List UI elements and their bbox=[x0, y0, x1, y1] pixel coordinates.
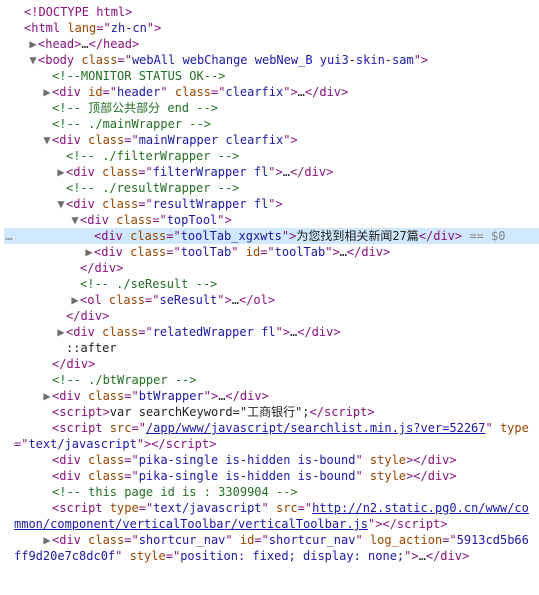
expand-toggle-closed-icon[interactable]: ▶ bbox=[84, 244, 94, 260]
dom-node-content[interactable]: <!-- ./mainWrapper --> bbox=[14, 116, 539, 132]
dom-node[interactable]: <!-- this page id is : 3309904 --> bbox=[4, 484, 539, 500]
dom-node-content[interactable]: ▼<div class="mainWrapper clearfix"> bbox=[14, 132, 539, 148]
expand-toggle-closed-icon[interactable]: ▶ bbox=[70, 292, 80, 308]
dom-node-content[interactable]: <script src="/app/www/javascript/searchl… bbox=[14, 420, 539, 452]
dom-node[interactable]: <!DOCTYPE html> bbox=[4, 4, 539, 20]
dom-node[interactable]: ▶<div class="shortcur_nav" id="shortcur_… bbox=[4, 532, 539, 564]
expand-toggle-closed-icon[interactable]: ▶ bbox=[42, 532, 52, 548]
dom-node[interactable]: <script type="text/javascript" src="http… bbox=[4, 500, 539, 532]
dom-tree[interactable]: <!DOCTYPE html> <html lang="zh-cn">▶<hea… bbox=[4, 4, 539, 564]
dom-node-content[interactable]: </div> bbox=[14, 260, 539, 276]
dom-node-selected[interactable]: … <div class="toolTab_xgxwts">为您找到相关新闻27… bbox=[4, 228, 539, 244]
dom-node-content[interactable]: ▶<div class="shortcur_nav" id="shortcur_… bbox=[14, 532, 539, 564]
dom-node[interactable]: ▼<body class="webAll webChange webNew_B … bbox=[4, 52, 539, 68]
expand-toggle-closed-icon[interactable]: ▶ bbox=[56, 164, 66, 180]
dom-node-content[interactable]: ▼<div class="resultWrapper fl"> bbox=[14, 196, 539, 212]
dom-node-content[interactable]: <!-- ./filterWrapper --> bbox=[14, 148, 539, 164]
dom-node[interactable]: ::after bbox=[4, 340, 539, 356]
dom-node[interactable]: <html lang="zh-cn"> bbox=[4, 20, 539, 36]
dom-node-content[interactable]: ▶<div class="relatedWrapper fl">…</div> bbox=[14, 324, 539, 340]
dom-node[interactable]: </div> bbox=[4, 308, 539, 324]
expand-toggle-open-icon[interactable]: ▼ bbox=[56, 196, 66, 212]
dom-node-content[interactable]: </div> bbox=[14, 308, 539, 324]
dom-node[interactable]: ▶<div class="toolTab" id="toolTab">…</di… bbox=[4, 244, 539, 260]
dom-node-content[interactable]: ▶<div class="toolTab" id="toolTab">…</di… bbox=[14, 244, 539, 260]
gutter-marker: … bbox=[4, 228, 14, 244]
expand-toggle-closed-icon[interactable]: ▶ bbox=[56, 324, 66, 340]
dom-node[interactable]: <!-- ./mainWrapper --> bbox=[4, 116, 539, 132]
dom-node-content[interactable]: ▶<div class="btWrapper">…</div> bbox=[14, 388, 539, 404]
dom-node[interactable]: ▶<div class="filterWrapper fl">…</div> bbox=[4, 164, 539, 180]
dom-node-content[interactable]: <script type="text/javascript" src="http… bbox=[14, 500, 539, 532]
dom-node-content[interactable]: ::after bbox=[14, 340, 539, 356]
source-link[interactable]: /app/www/javascript/searchlist.min.js?ve… bbox=[146, 421, 486, 435]
dom-node-content[interactable]: <div class="toolTab_xgxwts">为您找到相关新闻27篇<… bbox=[14, 228, 539, 244]
dom-node-content[interactable]: <!DOCTYPE html> bbox=[14, 4, 539, 20]
dom-node-content[interactable]: <div class="pika-single is-hidden is-bou… bbox=[14, 468, 539, 484]
dom-node-content[interactable]: <!--MONITOR STATUS OK--> bbox=[14, 68, 539, 84]
dom-node-content[interactable]: ▶<ol class="seResult">…</ol> bbox=[14, 292, 539, 308]
dom-node[interactable]: <!-- 顶部公共部分 end --> bbox=[4, 100, 539, 116]
dom-node-content[interactable]: ▶<div class="filterWrapper fl">…</div> bbox=[14, 164, 539, 180]
dom-node[interactable]: <script>var searchKeyword="工商银行";</scrip… bbox=[4, 404, 539, 420]
dom-node[interactable]: ▶<div class="relatedWrapper fl">…</div> bbox=[4, 324, 539, 340]
dom-node[interactable]: ▶<div id="header" class="clearfix">…</di… bbox=[4, 84, 539, 100]
dom-node-content[interactable]: <html lang="zh-cn"> bbox=[14, 20, 539, 36]
dom-node[interactable]: <!-- ./filterWrapper --> bbox=[4, 148, 539, 164]
dom-node[interactable]: <!-- ./resultWrapper --> bbox=[4, 180, 539, 196]
expand-toggle-closed-icon[interactable]: ▶ bbox=[42, 84, 52, 100]
expand-toggle-closed-icon[interactable]: ▶ bbox=[28, 36, 38, 52]
dom-node[interactable]: ▼<div class="mainWrapper clearfix"> bbox=[4, 132, 539, 148]
dom-node-content[interactable]: </div> bbox=[14, 356, 539, 372]
dom-node[interactable]: ▶<div class="btWrapper">…</div> bbox=[4, 388, 539, 404]
dom-node-content[interactable]: ▼<div class="topTool"> bbox=[14, 212, 539, 228]
dom-node-content[interactable]: <div class="pika-single is-hidden is-bou… bbox=[14, 452, 539, 468]
dom-node[interactable]: ▼<div class="topTool"> bbox=[4, 212, 539, 228]
dom-node[interactable]: </div> bbox=[4, 260, 539, 276]
dom-node-content[interactable]: <!-- ./btWrapper --> bbox=[14, 372, 539, 388]
expand-toggle-open-icon[interactable]: ▼ bbox=[28, 52, 38, 68]
dom-node-content[interactable]: ▶<head>…</head> bbox=[14, 36, 539, 52]
dom-node-content[interactable]: <!-- 顶部公共部分 end --> bbox=[14, 100, 539, 116]
dom-node[interactable]: </div> bbox=[4, 356, 539, 372]
dom-node-content[interactable]: <script>var searchKeyword="工商银行";</scrip… bbox=[14, 404, 539, 420]
dom-node[interactable]: ▼<div class="resultWrapper fl"> bbox=[4, 196, 539, 212]
dom-node[interactable]: <script src="/app/www/javascript/searchl… bbox=[4, 420, 539, 452]
dom-node[interactable]: ▶<ol class="seResult">…</ol> bbox=[4, 292, 539, 308]
expand-toggle-open-icon[interactable]: ▼ bbox=[70, 212, 80, 228]
expand-toggle-open-icon[interactable]: ▼ bbox=[42, 132, 52, 148]
dom-node-content[interactable]: ▼<body class="webAll webChange webNew_B … bbox=[14, 52, 539, 68]
dom-node[interactable]: <div class="pika-single is-hidden is-bou… bbox=[4, 468, 539, 484]
dom-node-content[interactable]: <!-- ./resultWrapper --> bbox=[14, 180, 539, 196]
expand-toggle-closed-icon[interactable]: ▶ bbox=[42, 388, 52, 404]
dom-node[interactable]: <div class="pika-single is-hidden is-bou… bbox=[4, 452, 539, 468]
dom-node-content[interactable]: ▶<div id="header" class="clearfix">…</di… bbox=[14, 84, 539, 100]
dom-node[interactable]: <!--MONITOR STATUS OK--> bbox=[4, 68, 539, 84]
dom-node[interactable]: <!-- ./seResult --> bbox=[4, 276, 539, 292]
dom-node[interactable]: <!-- ./btWrapper --> bbox=[4, 372, 539, 388]
dom-node[interactable]: ▶<head>…</head> bbox=[4, 36, 539, 52]
dom-node-content[interactable]: <!-- this page id is : 3309904 --> bbox=[14, 484, 539, 500]
dom-node-content[interactable]: <!-- ./seResult --> bbox=[14, 276, 539, 292]
